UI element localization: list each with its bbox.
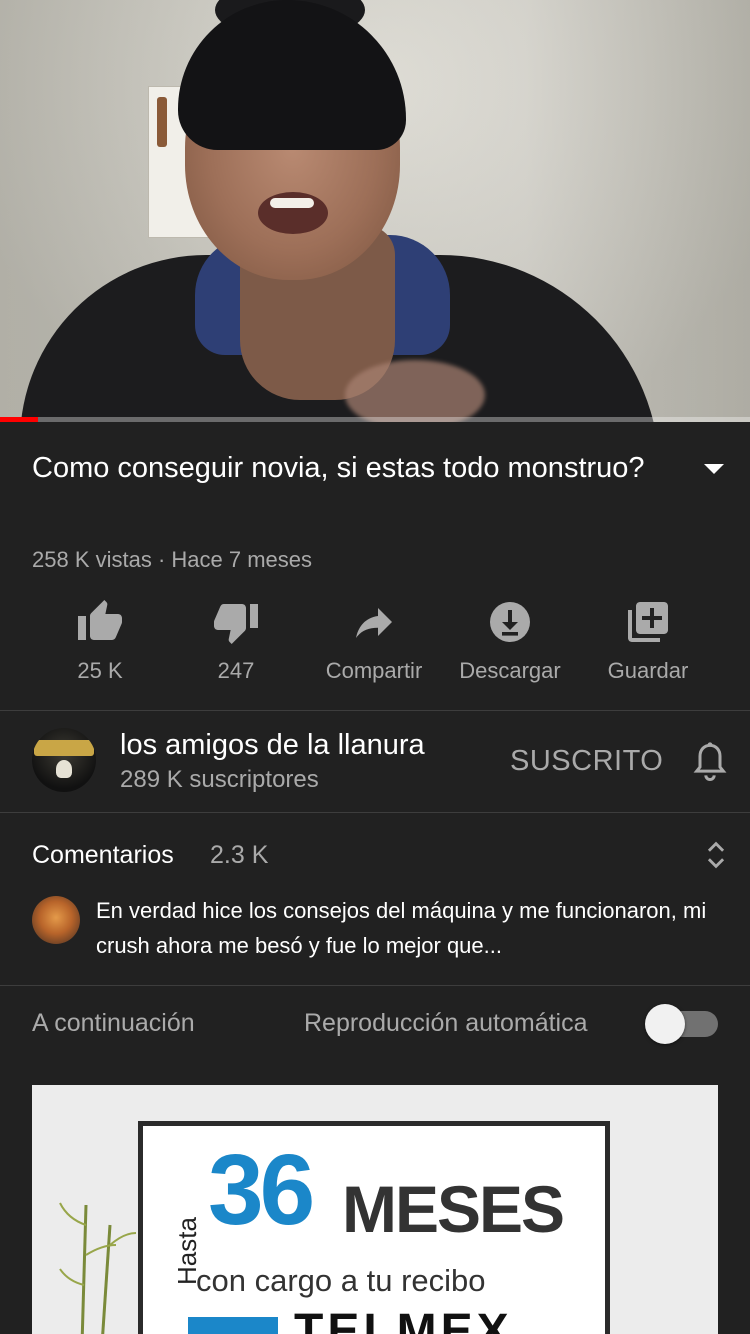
dislike-button[interactable]: 247 <box>166 598 306 686</box>
like-count: 25 K <box>77 658 123 683</box>
ad-charge-text: con cargo a tu recibo <box>196 1263 486 1298</box>
download-label: Descargar <box>459 658 561 683</box>
channel-avatar-skull <box>56 760 72 778</box>
video-progress-bar[interactable] <box>0 417 750 422</box>
video-person-hand <box>345 360 485 422</box>
telmex-logo-mark <box>188 1317 278 1334</box>
video-person-mouth <box>258 192 328 234</box>
divider <box>0 710 750 711</box>
subscribed-button[interactable]: SUSCRITO <box>510 742 663 780</box>
expand-description-icon[interactable] <box>704 464 724 474</box>
expand-comments-icon[interactable] <box>702 838 730 872</box>
ad-months-word: MESES <box>342 1172 565 1246</box>
video-title[interactable]: Como conseguir novia, si estas todo mons… <box>32 446 652 490</box>
download-icon <box>490 602 530 642</box>
ad-brand-name: TELMEX <box>294 1305 513 1334</box>
notification-bell-icon[interactable] <box>690 740 730 784</box>
channel-name[interactable]: los amigos de la llanura <box>120 726 425 764</box>
save-button[interactable]: Guardar <box>578 598 718 686</box>
top-comment-text[interactable]: En verdad hice los consejos del máquina … <box>96 893 716 963</box>
channel-subscriber-count: 289 K suscriptores <box>120 766 319 793</box>
next-video-thumbnail[interactable]: Hasta 36 MESES con cargo a tu recibo TEL… <box>32 1085 718 1334</box>
divider <box>0 812 750 813</box>
video-progress-fill <box>0 417 38 422</box>
dislike-count: 247 <box>217 658 255 683</box>
autoplay-label: Reproducción automática <box>304 1009 588 1037</box>
bamboo-plant-illustration <box>59 1202 137 1334</box>
like-button[interactable]: 25 K <box>30 598 170 686</box>
share-button[interactable]: Compartir <box>304 598 444 686</box>
video-player[interactable] <box>0 0 750 422</box>
channel-avatar[interactable] <box>32 728 96 792</box>
video-meta: 258 K vistas · Hace 7 meses <box>32 547 313 572</box>
share-label: Compartir <box>325 658 423 683</box>
save-label: Guardar <box>607 658 689 683</box>
divider <box>0 985 750 986</box>
autoplay-toggle-knob[interactable] <box>645 1004 685 1044</box>
download-button[interactable]: Descargar <box>440 598 580 686</box>
commenter-avatar[interactable] <box>32 896 80 944</box>
share-arrow-icon <box>356 608 392 638</box>
thumbs-up-icon <box>78 600 122 640</box>
add-to-playlist-icon <box>628 602 668 642</box>
comments-title[interactable]: Comentarios <box>32 838 174 872</box>
up-next-label: A continuación <box>32 1009 195 1037</box>
channel-avatar-banner <box>34 740 94 756</box>
ad-months-number: 36 <box>208 1134 315 1246</box>
comments-count: 2.3 K <box>210 841 269 869</box>
thumbs-down-icon <box>214 604 258 644</box>
